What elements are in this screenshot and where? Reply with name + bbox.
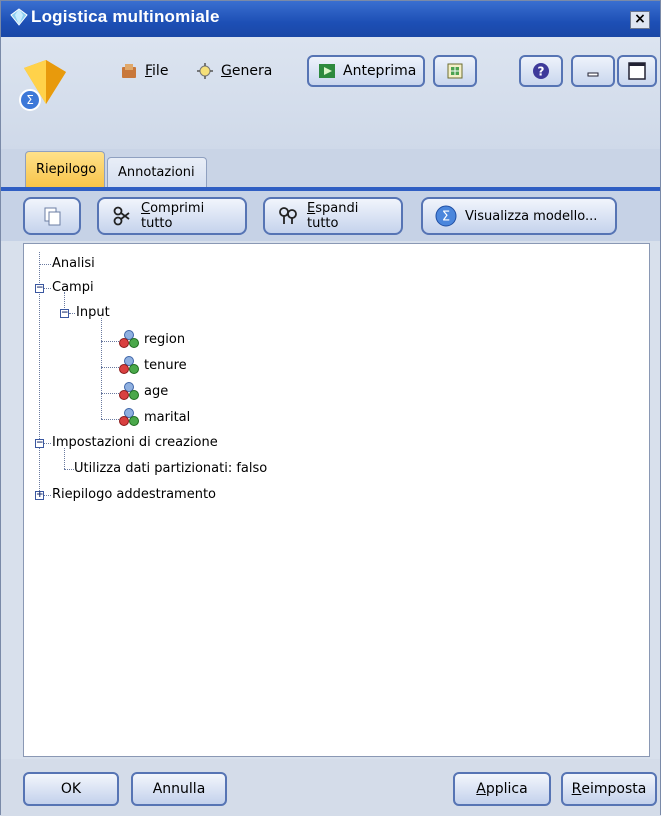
minimize-icon	[587, 72, 599, 77]
summary-tree[interactable]: Analisi − Campi − Input region tenure ag…	[23, 243, 650, 757]
view-model-button[interactable]: Σ Visualizza modello...	[421, 197, 617, 235]
export-button[interactable]	[433, 55, 477, 87]
generate-icon	[197, 63, 213, 79]
tree-node-campi[interactable]: Campi	[52, 278, 94, 298]
expand-icon-riepilogo[interactable]: +	[35, 491, 44, 500]
tree-field-marital[interactable]: marital	[144, 408, 190, 428]
help-icon: ?	[533, 63, 549, 79]
field-set-icon	[119, 356, 139, 374]
field-set-icon	[119, 408, 139, 426]
collapse-icon	[113, 206, 130, 226]
tree-field-region[interactable]: region	[144, 330, 185, 350]
dialog-window: Logistica multinomiale × Σ File Genera A…	[0, 0, 661, 816]
tree-node-riepilogo-addestramento[interactable]: Riepilogo addestramento	[52, 485, 216, 505]
preview-button[interactable]: Anteprima	[307, 55, 425, 87]
collapse-all-button[interactable]: Comprimi tutto	[97, 197, 247, 235]
close-button[interactable]: ×	[630, 11, 650, 29]
copy-button[interactable]	[23, 197, 81, 235]
expand-icon	[279, 207, 297, 224]
tree-node-partizionati[interactable]: Utilizza dati partizionati: falso	[74, 459, 267, 479]
window-title: Logistica multinomiale	[31, 7, 220, 26]
preview-icon	[319, 64, 335, 78]
minimize-button[interactable]	[571, 55, 615, 87]
field-set-icon	[119, 382, 139, 400]
tree-node-input[interactable]: Input	[76, 303, 110, 323]
tree-node-analisi[interactable]: Analisi	[52, 254, 95, 274]
collapse-icon-campi[interactable]: −	[35, 284, 44, 293]
apply-button[interactable]: Applica	[453, 772, 551, 806]
export-icon	[447, 63, 463, 79]
tab-riepilogo[interactable]: Riepilogo	[25, 151, 105, 187]
tab-annotazioni[interactable]: Annotazioni	[107, 157, 207, 187]
copy-icon	[44, 207, 61, 226]
svg-text:Σ: Σ	[442, 210, 450, 225]
generate-menu[interactable]: Genera	[187, 55, 280, 87]
cancel-button[interactable]: Annulla	[131, 772, 227, 806]
field-set-icon	[119, 330, 139, 348]
file-icon	[122, 64, 136, 78]
collapse-icon-impostazioni[interactable]: −	[35, 439, 44, 448]
file-menu[interactable]: File	[111, 55, 176, 87]
diamond-icon	[10, 8, 28, 26]
svg-text:Σ: Σ	[26, 93, 34, 107]
model-nugget-icon: Σ	[19, 60, 66, 111]
title-bar[interactable]: Logistica multinomiale ×	[1, 1, 660, 37]
collapse-icon-input[interactable]: −	[60, 309, 69, 318]
sigma-icon: Σ	[435, 205, 457, 227]
reset-button[interactable]: Reimposta	[561, 772, 657, 806]
toolbar-area	[1, 37, 660, 149]
expand-all-button[interactable]: Espandi tutto	[263, 197, 403, 235]
tree-field-age[interactable]: age	[144, 382, 168, 402]
ok-button[interactable]: OK	[23, 772, 119, 806]
tree-field-tenure[interactable]: tenure	[144, 356, 187, 376]
maximize-button[interactable]	[617, 55, 657, 87]
maximize-icon	[628, 62, 646, 80]
tree-node-impostazioni[interactable]: Impostazioni di creazione	[52, 433, 218, 453]
help-button[interactable]: ?	[519, 55, 563, 87]
svg-text:?: ?	[538, 65, 545, 79]
